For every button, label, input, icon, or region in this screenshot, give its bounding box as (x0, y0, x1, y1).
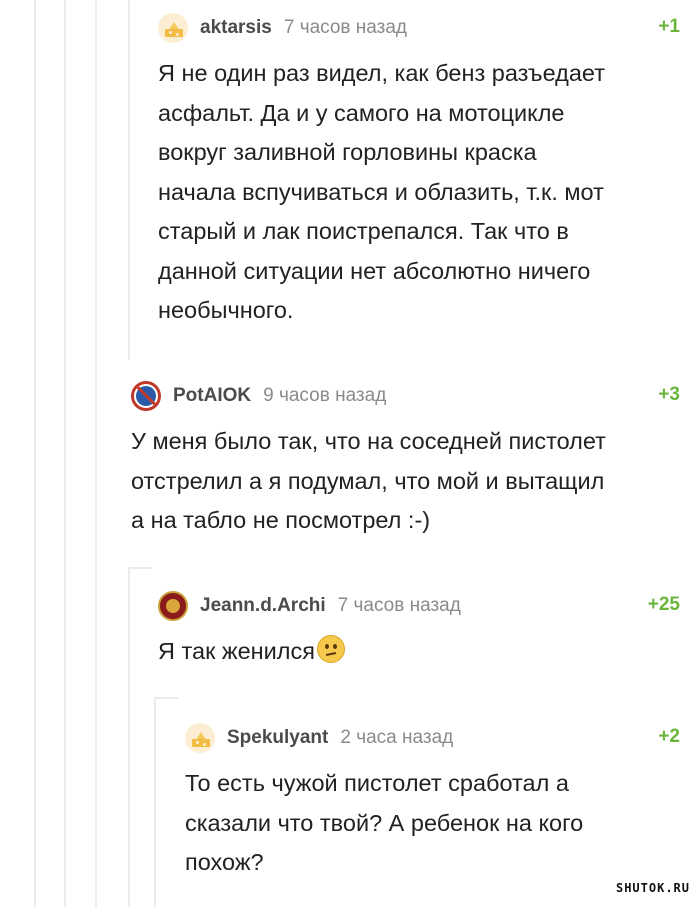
thread-line (128, 567, 130, 907)
comment-line: Я так женился (158, 632, 680, 672)
thread-line (64, 0, 66, 907)
username[interactable]: Spekulyant (227, 727, 328, 749)
comment-line: похож? (185, 849, 264, 875)
comment-text: У меня было так, что на соседней пистоле… (131, 422, 680, 541)
comment: PotAIOK 9 часов назад +3 У меня было так… (131, 380, 680, 541)
comment-rating: +3 (658, 384, 680, 405)
comment-text: То есть чужой пистолет сработал а сказал… (185, 764, 680, 883)
username[interactable]: aktarsis (200, 17, 272, 39)
emblem-avatar[interactable] (158, 591, 188, 621)
comment-rating: +1 (658, 16, 680, 37)
comment-line: вокруг заливной горловины краска (158, 139, 537, 165)
comment-line: данной ситуации нет абсолютно ничего (158, 257, 591, 284)
comment-header: aktarsis 7 часов назад +1 (158, 12, 680, 44)
thread-line (154, 697, 156, 907)
cheese-avatar[interactable] (158, 13, 188, 43)
thread-line (34, 0, 36, 907)
thread-line (95, 0, 97, 907)
comment-text: Я так женился (158, 632, 680, 672)
comment-line: Я не один раз видел, как бенз разъедает (158, 60, 605, 86)
comment-line: старый и лак поистрепался. Так что в (158, 218, 569, 244)
no-parking-avatar[interactable] (131, 381, 161, 411)
comment-line: отстрелил а я подумал, что мой и вытащил (131, 467, 605, 494)
comment-header: PotAIOK 9 часов назад +3 (131, 380, 680, 412)
comment-time: 9 часов назад (263, 385, 387, 406)
comment-line: начала вспучиваться и облазить, т.к. мот (158, 178, 604, 205)
comment-line-text: Я так женился (158, 638, 315, 664)
comment-time: 7 часов назад (337, 595, 461, 616)
comment-time: 7 часов назад (283, 17, 408, 38)
username[interactable]: PotAIOK (173, 385, 251, 407)
watermark: SHUTOK.RU (615, 881, 690, 895)
comment: Jeann.d.Archi 7 часов назад +25 Я так же… (158, 590, 680, 672)
cheese-avatar[interactable] (185, 723, 215, 753)
comment: aktarsis 7 часов назад +1 Я не один раз … (158, 12, 680, 331)
comment-line: То есть чужой пистолет сработал а (185, 770, 569, 796)
comment: Spekulyant 2 часа назад +2 То есть чужой… (185, 722, 680, 883)
comment-header: Jeann.d.Archi 7 часов назад +25 (158, 590, 680, 622)
comment-line: сказали что твой? А ребенок на кого (185, 809, 584, 836)
confused-face-emoji-icon (316, 635, 345, 663)
comment-rating: +25 (647, 594, 680, 615)
username[interactable]: Jeann.d.Archi (200, 595, 326, 617)
comment-time: 2 часа назад (340, 727, 454, 748)
thread-line (128, 0, 130, 360)
comment-line: необычного. (158, 297, 294, 323)
comment-line: асфальт. Да и у самого на мотоцикле (158, 99, 565, 126)
comment-header: Spekulyant 2 часа назад +2 (185, 722, 680, 754)
comment-line: У меня было так, что на соседней пистоле… (131, 428, 606, 454)
comment-line: а на табло не посмотрел :-) (131, 507, 431, 533)
thread-connector (154, 697, 178, 699)
comment-text: Я не один раз видел, как бенз разъедает … (158, 54, 680, 331)
thread-connector (128, 567, 152, 569)
comment-rating: +2 (658, 726, 680, 747)
